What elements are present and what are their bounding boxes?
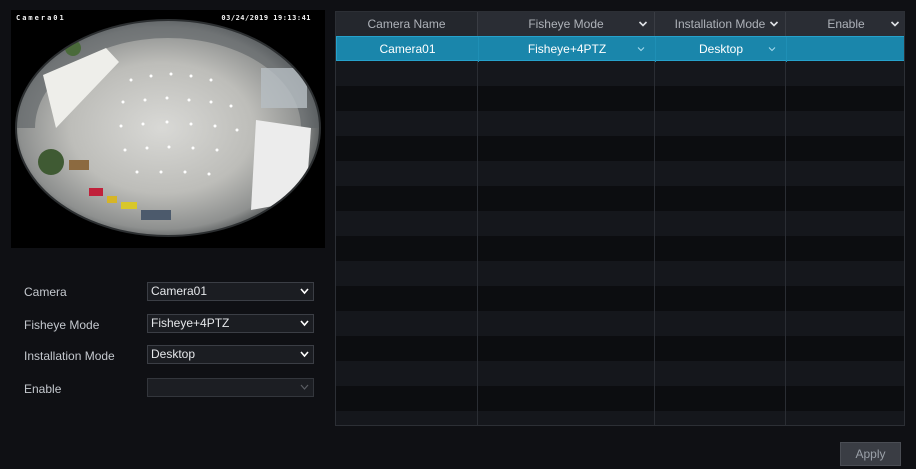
column-header-label: Installation Mode	[674, 17, 766, 31]
camera-table: Camera Name Fisheye Mode Installation Mo…	[335, 11, 905, 426]
column-divider	[477, 36, 478, 425]
apply-button[interactable]: Apply	[840, 442, 901, 466]
chevron-down-icon[interactable]	[768, 45, 776, 53]
camera-select[interactable]: Camera01	[147, 282, 314, 301]
table-row-empty	[336, 186, 904, 211]
enable-select	[147, 378, 314, 397]
column-header-label: Camera Name	[367, 17, 446, 31]
column-header-installation-mode[interactable]: Installation Mode	[655, 12, 786, 36]
column-header-enable[interactable]: Enable	[786, 12, 904, 36]
table-row-empty	[336, 336, 904, 361]
table-row-empty	[336, 211, 904, 236]
table-row-empty	[336, 261, 904, 286]
table-row-empty	[336, 286, 904, 311]
chevron-down-icon[interactable]	[638, 19, 648, 29]
installation-mode-select[interactable]: Desktop	[147, 345, 314, 364]
column-divider	[654, 36, 655, 425]
column-header-fisheye-mode[interactable]: Fisheye Mode	[478, 12, 655, 36]
table-header: Camera Name Fisheye Mode Installation Mo…	[336, 12, 904, 36]
chevron-down-icon[interactable]	[890, 19, 900, 29]
chevron-down-icon[interactable]	[637, 45, 645, 53]
installation-mode-label: Installation Mode	[24, 349, 115, 363]
table-row-empty	[336, 361, 904, 386]
table-row-empty	[336, 61, 904, 86]
table-row-empty	[336, 311, 904, 336]
table-row-empty	[336, 111, 904, 136]
cell-fisheye-mode[interactable]: Fisheye+4PTZ	[479, 37, 656, 62]
table-row-empty	[336, 386, 904, 411]
fisheye-mode-label: Fisheye Mode	[24, 318, 100, 332]
column-header-camera-name: Camera Name	[336, 12, 478, 36]
cell-installation-mode-value: Desktop	[698, 42, 744, 56]
fisheye-mode-select[interactable]: Fisheye+4PTZ	[147, 314, 314, 333]
table-row-empty	[336, 411, 904, 425]
cell-fisheye-mode-value: Fisheye+4PTZ	[527, 42, 607, 56]
chevron-down-icon	[300, 351, 309, 358]
table-row-empty	[336, 161, 904, 186]
chevron-down-icon[interactable]	[769, 19, 779, 29]
table-row[interactable]: Camera01 Fisheye+4PTZ Desktop	[336, 36, 904, 62]
table-row-empty	[336, 236, 904, 261]
osd-camera-name: Camera01	[16, 14, 66, 22]
cell-camera-name[interactable]: Camera01	[337, 37, 479, 62]
camera-select-value: Camera01	[151, 284, 208, 298]
chevron-down-icon	[300, 288, 309, 295]
installation-mode-select-value: Desktop	[151, 347, 196, 361]
cell-installation-mode[interactable]: Desktop	[656, 37, 787, 62]
column-header-label: Enable	[827, 17, 865, 31]
osd-timestamp: 03/24/2019 19:13:41	[221, 14, 311, 22]
chevron-down-icon	[300, 384, 309, 390]
fisheye-mode-select-value: Fisheye+4PTZ	[151, 316, 230, 330]
enable-label: Enable	[24, 382, 62, 396]
chevron-down-icon	[300, 320, 309, 327]
camera-label: Camera	[24, 285, 67, 299]
fisheye-preview: Camera01 03/24/2019 19:13:41	[11, 10, 325, 248]
cell-enable[interactable]	[787, 37, 904, 62]
fisheye-image	[15, 19, 321, 237]
column-header-label: Fisheye Mode	[528, 17, 604, 31]
table-row-empty	[336, 86, 904, 111]
column-divider	[785, 36, 786, 425]
table-row-empty	[336, 136, 904, 161]
